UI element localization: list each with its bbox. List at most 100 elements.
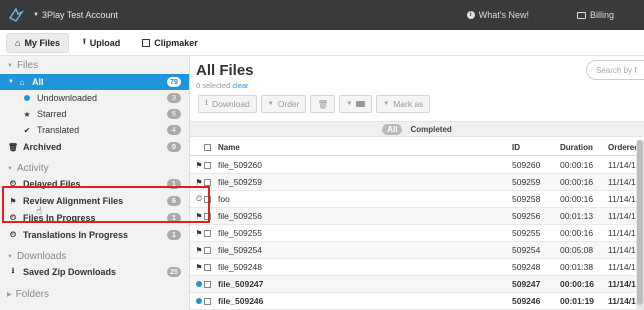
- sidebar-item-saved-zip-downloads[interactable]: ⭳ Saved Zip Downloads 25: [0, 264, 189, 280]
- row-checkbox[interactable]: [204, 242, 214, 258]
- tab-label: My Files: [24, 37, 60, 48]
- file-duration: 00:00:16: [560, 228, 594, 238]
- file-id: 509259: [512, 177, 541, 187]
- mark-as-dropdown[interactable]: ▼ Mark as: [376, 95, 431, 113]
- downloads-section-toggle[interactable]: ▼ Downloads: [7, 251, 66, 262]
- file-ordered-date: 11/14/1: [608, 296, 636, 306]
- billing-link[interactable]: Billing: [576, 10, 614, 20]
- tab-label: Clipmaker: [154, 37, 198, 48]
- files-section-toggle[interactable]: ▼ Files: [7, 60, 38, 71]
- file-ordered-date: 11/14/1: [608, 228, 636, 238]
- file-ordered-date: 11/14/1: [608, 279, 636, 289]
- file-name[interactable]: file_509255: [218, 225, 262, 241]
- sidebar-item-files-in-progress[interactable]: ⏲ Files In Progress 1: [0, 210, 189, 226]
- trash-icon: 🗑: [317, 98, 329, 109]
- home-icon: ⌂: [15, 37, 21, 48]
- file-name[interactable]: foo: [218, 191, 230, 207]
- file-id: 509258: [512, 194, 541, 204]
- clock-icon: ⏲: [9, 213, 17, 222]
- file-name[interactable]: file_509260: [218, 157, 262, 173]
- file-id: 509256: [512, 211, 541, 221]
- sidebar-item-all[interactable]: ▼ ⌂ All 79: [0, 74, 189, 90]
- flag-icon: ⚑: [195, 262, 203, 272]
- folders-section-toggle[interactable]: ▶ Folders: [7, 289, 49, 300]
- row-checkbox[interactable]: [204, 276, 214, 292]
- column-header-duration[interactable]: Duration: [560, 140, 593, 155]
- sidebar-item-review-alignment[interactable]: ⚑ Review Alignment Files 6: [0, 193, 189, 209]
- table-row[interactable]: ⚑ file_509260 509260 00:00:16 11/14/1: [190, 157, 644, 174]
- table-row[interactable]: ⏲ foo 509258 00:00:16 11/14/1: [190, 191, 644, 208]
- file-name[interactable]: file_509248: [218, 259, 262, 275]
- column-header-ordered[interactable]: Ordered: [608, 140, 639, 155]
- account-switcher[interactable]: ▼ 3Play Test Account: [33, 10, 118, 20]
- file-name[interactable]: file_509256: [218, 208, 262, 224]
- file-duration: 00:05:08: [560, 245, 594, 255]
- sidebar-item-archived[interactable]: 🗑 Archived 0: [0, 139, 189, 155]
- file-name[interactable]: file_509246: [218, 293, 263, 309]
- tab-my-files[interactable]: ⌂ My Files: [6, 32, 69, 53]
- sidebar-item-delayed-files[interactable]: ⏲ Delayed Files 1: [0, 176, 189, 192]
- table-scrollbar[interactable]: [636, 140, 644, 310]
- file-duration: 00:00:16: [560, 177, 594, 187]
- folder-icon: [356, 101, 366, 107]
- sidebar-item-label: Review Alignment Files: [23, 196, 124, 206]
- file-ordered-date: 11/14/1: [608, 160, 636, 170]
- select-all-checkbox[interactable]: [204, 140, 214, 155]
- row-checkbox[interactable]: [204, 174, 214, 190]
- billing-icon: [576, 11, 586, 19]
- file-name[interactable]: file_509254: [218, 242, 262, 258]
- archive-button[interactable]: 🗑: [310, 95, 336, 113]
- tab-bar: ⌂ My Files ⭱ Upload Clipmaker: [0, 30, 644, 56]
- filter-completed[interactable]: Completed: [410, 125, 451, 134]
- search-input[interactable]: Search by f: [586, 60, 644, 80]
- sidebar-item-translations-in-progress[interactable]: ⏲ Translations In Progress 1: [0, 227, 189, 243]
- row-checkbox[interactable]: [204, 208, 214, 224]
- column-header-name[interactable]: Name: [218, 140, 240, 155]
- sidebar-item-label: Starred: [37, 109, 67, 119]
- sidebar: ▼ Files ▼ ⌂ All 79 Undownloaded 3 ★ Star…: [0, 56, 190, 310]
- table-row[interactable]: ⚑ file_509255 509255 00:00:16 11/14/1: [190, 225, 644, 242]
- whats-new-link[interactable]: i What's New!: [466, 10, 529, 20]
- table-row[interactable]: file_509247 509247 00:00:16 11/14/1: [190, 276, 644, 293]
- logo-icon[interactable]: [2, 0, 30, 30]
- caret-down-icon: ▼: [7, 253, 13, 260]
- page-title: All Files: [196, 62, 254, 79]
- flag-icon: ⚑: [195, 160, 203, 170]
- tab-upload[interactable]: ⭱ Upload: [75, 33, 128, 53]
- flag-icon: ⚑: [195, 177, 203, 187]
- row-checkbox[interactable]: [204, 259, 214, 275]
- table-row[interactable]: ⚑ file_509256 509256 00:01:13 11/14/1: [190, 208, 644, 225]
- table-row[interactable]: ⚑ file_509254 509254 00:05:08 11/14/1: [190, 242, 644, 259]
- count-badge: 4: [167, 125, 181, 135]
- file-id: 509247: [512, 279, 541, 289]
- table-row[interactable]: ⚑ file_509259 509259 00:00:16 11/14/1: [190, 174, 644, 191]
- table-row[interactable]: ⚑ file_509248 509248 00:01:38 11/14/1: [190, 259, 644, 276]
- row-checkbox[interactable]: [204, 225, 214, 241]
- file-name[interactable]: file_509259: [218, 174, 262, 190]
- file-ordered-date: 11/14/1: [608, 177, 636, 187]
- status-filter-bar: All Completed: [190, 121, 644, 137]
- hand-cursor-icon: ☝: [36, 206, 43, 217]
- file-ordered-date: 11/14/1: [608, 211, 636, 221]
- column-header-id[interactable]: ID: [512, 140, 520, 155]
- file-name[interactable]: file_509247: [218, 276, 263, 292]
- tab-clipmaker[interactable]: Clipmaker: [134, 33, 206, 53]
- clear-selection-link[interactable]: clear: [232, 81, 248, 90]
- sidebar-item-starred[interactable]: ★ Starred 6: [0, 106, 189, 122]
- order-dropdown[interactable]: ▼ Order: [260, 95, 307, 113]
- row-checkbox[interactable]: [204, 293, 214, 309]
- activity-section-toggle[interactable]: ▼ Activity: [7, 163, 49, 174]
- home-icon: ⌂: [19, 77, 25, 87]
- sidebar-item-undownloaded[interactable]: Undownloaded 3: [0, 90, 189, 106]
- move-to-folder-dropdown[interactable]: ▼: [339, 95, 373, 113]
- row-checkbox[interactable]: [204, 157, 214, 173]
- filter-all[interactable]: All: [382, 123, 403, 135]
- caret-down-icon: ▼: [383, 101, 390, 107]
- download-button[interactable]: ⭳ Download: [198, 95, 257, 113]
- trash-icon: 🗑: [7, 142, 19, 152]
- row-checkbox[interactable]: [204, 191, 214, 207]
- table-row[interactable]: file_509246 509246 00:01:19 11/14/1: [190, 293, 644, 310]
- sidebar-item-label: Undownloaded: [37, 93, 98, 103]
- file-duration: 00:00:16: [560, 160, 594, 170]
- sidebar-item-translated[interactable]: ✔ Translated 4: [0, 122, 189, 138]
